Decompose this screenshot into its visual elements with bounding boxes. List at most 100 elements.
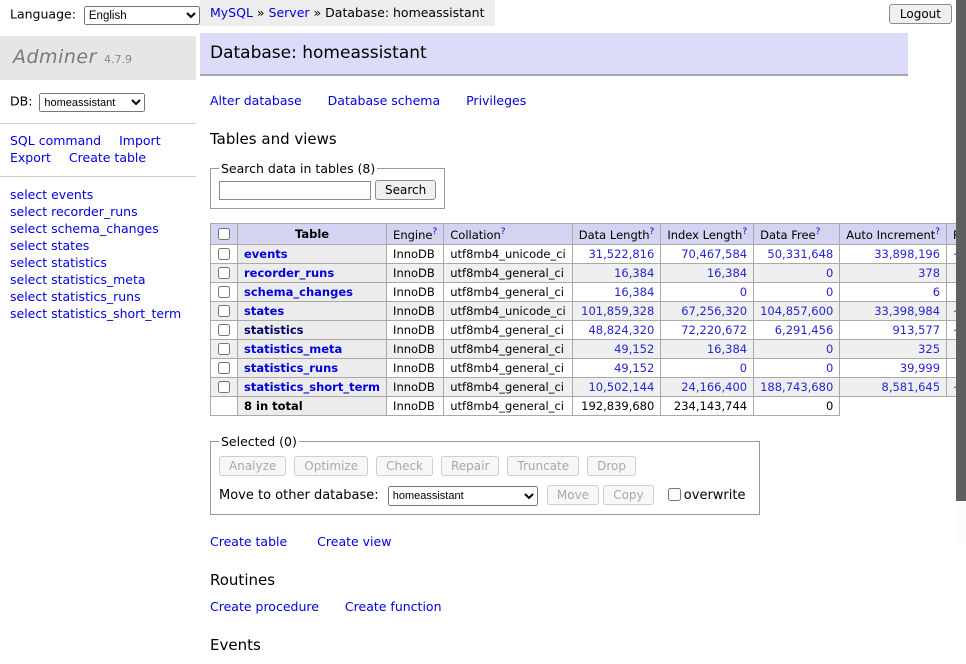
create-table-link-main[interactable]: Create table [210, 534, 287, 549]
table-link-statistics-short-term[interactable]: statistics_short_term [244, 380, 380, 394]
sidebar-item-select-events[interactable]: select events [10, 186, 186, 203]
row-checkbox[interactable] [218, 267, 230, 279]
sidebar: Language: English Adminer 4.7.9 DB: home… [0, 0, 196, 332]
row-checkbox[interactable] [218, 305, 230, 317]
table-link-statistics-meta[interactable]: statistics_meta [244, 342, 342, 356]
breadcrumb-mysql-link[interactable]: MySQL [210, 5, 253, 20]
total-engine: InnoDB [387, 396, 444, 415]
data-length-cell: 101,859,328 [572, 301, 661, 320]
alter-database-link[interactable]: Alter database [210, 93, 302, 108]
row-checkbox[interactable] [218, 343, 230, 355]
row-checkbox[interactable] [218, 381, 230, 393]
search-input[interactable] [219, 181, 371, 200]
help-icon[interactable]: ? [742, 227, 747, 237]
sidebar-item-select-schema-changes[interactable]: select schema_changes [10, 220, 186, 237]
events-heading: Events [210, 636, 966, 654]
logout-button[interactable]: Logout [889, 4, 952, 24]
db-select-row: DB: homeassistant [0, 80, 196, 123]
sidebar-item-select-recorder-runs[interactable]: select recorder_runs [10, 203, 186, 220]
data-free-cell: 0 [754, 282, 840, 301]
collation-cell: utf8mb4_general_ci [444, 263, 573, 282]
help-icon[interactable]: ? [935, 227, 940, 237]
language-label: Language: [10, 7, 76, 22]
sql-command-link[interactable]: SQL command [10, 133, 101, 148]
row-checkbox[interactable] [218, 362, 230, 374]
help-icon[interactable]: ? [816, 227, 821, 237]
data-length-cell: 16,384 [572, 282, 661, 301]
move-button[interactable]: Move [547, 485, 599, 505]
index-length-cell: 72,220,672 [661, 320, 754, 339]
optimize-button[interactable]: Optimize [294, 456, 368, 476]
table-row-recorder-runs: recorder_runs InnoDB utf8mb4_general_ci … [211, 263, 966, 282]
scrollbar-thumb[interactable] [956, 0, 966, 501]
sidebar-item-select-statistics-runs[interactable]: select statistics_runs [10, 288, 186, 305]
repair-button[interactable]: Repair [441, 456, 499, 476]
routine-links: Create procedure Create function [210, 599, 966, 614]
export-link[interactable]: Export [10, 150, 51, 165]
data-length-cell: 31,522,816 [572, 244, 661, 263]
help-icon[interactable]: ? [650, 227, 655, 237]
table-row-statistics-short-term: statistics_short_term InnoDB utf8mb4_gen… [211, 377, 966, 396]
breadcrumb-separator: » [257, 5, 265, 20]
table-link-recorder-runs[interactable]: recorder_runs [244, 266, 334, 280]
row-checkbox[interactable] [218, 324, 230, 336]
privileges-link[interactable]: Privileges [466, 93, 526, 108]
sidebar-item-select-statistics-meta[interactable]: select statistics_meta [10, 271, 186, 288]
table-link-statistics[interactable]: statistics [244, 323, 304, 337]
create-function-link[interactable]: Create function [345, 599, 442, 614]
index-length-cell: 67,256,320 [661, 301, 754, 320]
select-all-checkbox[interactable] [218, 228, 230, 240]
auto-increment-cell: 6 [840, 282, 947, 301]
sidebar-item-select-states[interactable]: select states [10, 237, 186, 254]
engine-cell: InnoDB [387, 377, 444, 396]
check-button[interactable]: Check [376, 456, 433, 476]
adminer-logo[interactable]: Adminer [13, 46, 97, 68]
adminer-version: 4.7.9 [104, 53, 132, 66]
index-length-cell: 0 [661, 282, 754, 301]
index-length-cell: 70,467,584 [661, 244, 754, 263]
search-fieldset: Search data in tables (8) Search [210, 161, 445, 209]
table-link-statistics-runs[interactable]: statistics_runs [244, 361, 338, 375]
column-header-auto-increment: Auto Increment? [840, 224, 947, 245]
database-schema-link[interactable]: Database schema [328, 93, 440, 108]
row-checkbox[interactable] [218, 286, 230, 298]
create-view-link[interactable]: Create view [317, 534, 391, 549]
db-select[interactable]: homeassistant [39, 93, 145, 112]
table-link-states[interactable]: states [244, 304, 284, 318]
help-icon[interactable]: ? [432, 227, 437, 237]
collation-cell: utf8mb4_general_ci [444, 282, 573, 301]
engine-cell: InnoDB [387, 339, 444, 358]
import-link[interactable]: Import [119, 133, 161, 148]
search-button[interactable]: Search [375, 180, 436, 200]
total-data-free: 0 [754, 396, 840, 415]
total-index-length: 234,143,744 [661, 396, 754, 415]
drop-button[interactable]: Drop [587, 456, 636, 476]
breadcrumb-server-link[interactable]: Server [269, 5, 310, 20]
auto-increment-cell: 8,581,645 [840, 377, 947, 396]
engine-cell: InnoDB [387, 244, 444, 263]
overwrite-checkbox[interactable] [668, 488, 681, 501]
collation-cell: utf8mb4_general_ci [444, 320, 573, 339]
help-icon[interactable]: ? [501, 227, 506, 237]
row-checkbox[interactable] [218, 248, 230, 260]
sidebar-item-select-statistics[interactable]: select statistics [10, 254, 186, 271]
truncate-button[interactable]: Truncate [507, 456, 579, 476]
engine-cell: InnoDB [387, 282, 444, 301]
breadcrumb-separator: » [314, 5, 322, 20]
create-procedure-link[interactable]: Create procedure [210, 599, 319, 614]
total-label: 8 in total [238, 396, 387, 415]
scrollbar-track[interactable] [956, 0, 966, 543]
language-select[interactable]: English [84, 6, 200, 25]
analyze-button[interactable]: Analyze [219, 456, 286, 476]
table-link-events[interactable]: events [244, 247, 288, 261]
sidebar-item-select-statistics-short-term[interactable]: select statistics_short_term [10, 305, 186, 322]
routines-heading: Routines [210, 571, 966, 589]
overwrite-option[interactable]: overwrite [664, 488, 746, 503]
create-table-link[interactable]: Create table [69, 150, 146, 165]
index-length-cell: 16,384 [661, 263, 754, 282]
move-db-select[interactable]: homeassistant [388, 486, 538, 506]
table-link-schema-changes[interactable]: schema_changes [244, 285, 353, 299]
engine-cell: InnoDB [387, 358, 444, 377]
auto-increment-cell: 33,398,984 [840, 301, 947, 320]
copy-button[interactable]: Copy [603, 485, 653, 505]
